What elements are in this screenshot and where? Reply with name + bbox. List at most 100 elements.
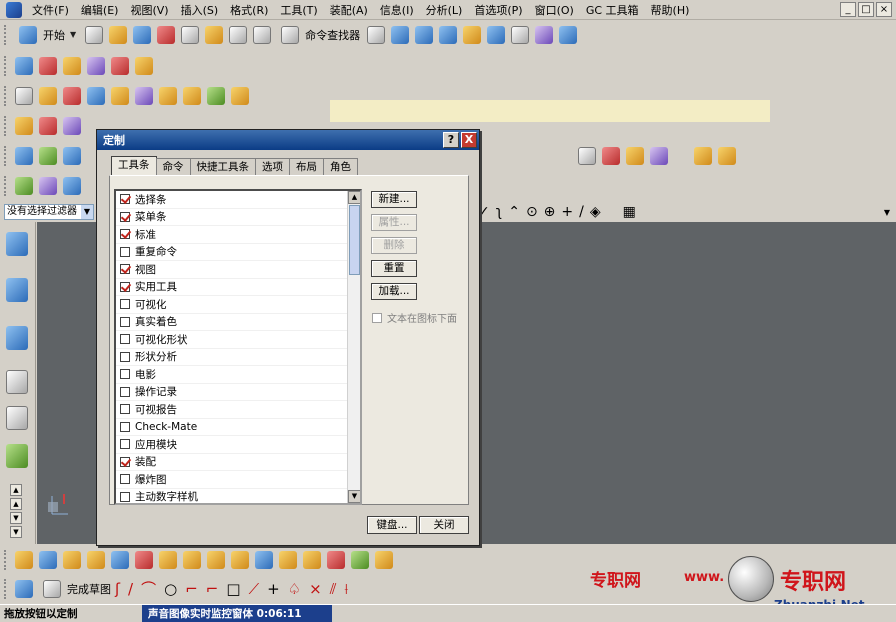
cut-icon[interactable] [157,25,176,44]
tab-shortcut-toolbars[interactable]: 快捷工具条 [189,158,256,176]
fastener-icon[interactable] [303,550,321,569]
cubes-icon[interactable] [694,146,712,165]
restore-button[interactable]: □ [858,2,874,17]
mate-icon[interactable] [135,550,153,569]
rectangle-icon[interactable]: □ [226,580,240,598]
trim-icon[interactable]: ⨯ [309,580,322,598]
clearance-icon[interactable] [255,550,273,569]
background-color-icon[interactable] [511,25,530,44]
copy-icon[interactable] [181,25,200,44]
gear-icon[interactable] [15,550,33,569]
view-orient-icon[interactable] [487,25,506,44]
cubes-add-icon[interactable] [718,146,736,165]
menu-window[interactable]: 窗口(O) [529,2,580,18]
command-finder-button[interactable]: 命令查找器 [274,25,364,44]
grid-table-icon[interactable] [602,146,620,165]
toolbar-checkbox[interactable] [120,421,130,432]
toolbar-grip[interactable] [4,55,8,76]
chamfer-icon[interactable] [159,86,177,105]
list-item[interactable]: 应用模块 [116,436,360,454]
menu-preferences[interactable]: 首选项(P) [468,2,528,18]
table-icon[interactable] [15,56,33,75]
circle-icon[interactable]: ○ [164,580,177,598]
toolbar-grip[interactable] [4,175,8,196]
mirror-icon[interactable] [111,550,129,569]
toolbar-checkbox[interactable] [120,369,130,380]
axis-icon[interactable] [111,56,129,75]
toolbar-checkbox[interactable] [120,334,130,345]
assembly-icon[interactable] [15,116,33,135]
snap-center-icon[interactable]: ⊙ [526,204,538,220]
component-icon[interactable] [39,116,57,135]
menu-edit[interactable]: 编辑(E) [75,2,125,18]
block-icon[interactable] [87,86,105,105]
analysis-icon[interactable] [535,25,554,44]
bom-icon[interactable] [351,550,369,569]
list-item[interactable]: 标准 [116,226,360,244]
toolbar-checkbox[interactable] [120,211,130,222]
pattern-icon[interactable] [183,86,201,105]
weld-icon[interactable] [279,550,297,569]
ruler-icon[interactable] [135,56,153,75]
new-button[interactable]: 新建... [371,191,417,208]
dialog-title-bar[interactable]: 定制 ? X [97,130,479,150]
list-item[interactable]: 视图 [116,261,360,279]
scroll-down-icon[interactable]: ▼ [10,512,22,524]
tab-commands[interactable]: 命令 [155,158,191,176]
toolbar-checkbox[interactable] [120,404,130,415]
polygon-icon[interactable]: ⟋ [249,580,260,598]
edge-blend-icon[interactable] [135,86,153,105]
save-icon[interactable] [133,25,152,44]
list-item[interactable]: 可视报告 [116,401,360,419]
snap-point-icon[interactable]: ◈ [590,204,601,220]
close-icon[interactable]: X [461,132,477,148]
toolbar-checkbox[interactable] [120,246,130,257]
constraint-navigator-icon[interactable] [6,278,28,302]
undo-icon[interactable] [229,25,248,44]
layer-icon[interactable] [463,25,482,44]
toolbar-checkbox[interactable] [120,229,130,240]
toolbar-checkbox[interactable] [120,386,130,397]
new-file-icon[interactable] [85,25,104,44]
finish-sketch-button[interactable]: 完成草图 [36,579,115,598]
snap-quadrant-icon[interactable]: ⊕ [544,204,556,220]
export-icon[interactable] [559,25,578,44]
chevron-down-icon[interactable]: ▼ [884,208,890,217]
boss-icon[interactable] [231,86,249,105]
chamfer-sketch-icon[interactable]: ⌐ [206,580,219,598]
toolbar-checkbox[interactable] [120,264,130,275]
tab-toolbars[interactable]: 工具条 [111,156,157,176]
reset-button[interactable]: 重置 [371,260,417,277]
grid-plus-icon[interactable] [626,146,644,165]
list-item[interactable]: 形状分析 [116,349,360,366]
list-item[interactable]: 装配 [116,454,360,471]
flag-icon[interactable] [327,550,345,569]
delete-button[interactable]: 删除 [371,237,417,254]
snap-midpoint-icon[interactable]: ⌃ [508,204,520,220]
menu-gc-toolbox[interactable]: GC 工具箱 [580,2,645,18]
offset-icon[interactable]: ⟊ [344,580,348,598]
snap-curve-icon[interactable]: ʅ [496,204,502,220]
list-item[interactable]: 重复命令 [116,244,360,261]
gears-icon[interactable] [650,146,668,165]
snap-intersection-icon[interactable]: + [561,204,573,220]
menu-analysis[interactable]: 分析(L) [420,2,469,18]
profile-icon[interactable]: ʃ [115,580,120,598]
scroll-down-icon[interactable]: ▼ [348,490,360,503]
spline-icon[interactable]: ♤ [288,580,301,598]
toolbar-grip[interactable] [4,115,8,136]
toolbar-checkbox[interactable] [120,351,130,362]
menu-help[interactable]: 帮助(H) [645,2,696,18]
list-item[interactable]: 选择条 [116,191,360,209]
selection-filter-select[interactable]: 没有选择过滤器 ▼ [4,204,94,220]
fit-view-icon[interactable] [415,25,434,44]
image-icon[interactable] [63,550,81,569]
list-scrollbar[interactable]: ▲ ▼ [347,191,360,503]
reuse-library-icon[interactable] [6,406,28,430]
menu-insert[interactable]: 插入(S) [175,2,225,18]
toolbar-grip[interactable] [4,578,8,599]
toolbar-grip[interactable] [4,24,8,45]
sketch-plane-icon[interactable] [15,579,33,598]
toolbar-checkbox[interactable] [120,491,130,502]
checkmark-icon[interactable] [15,176,33,195]
